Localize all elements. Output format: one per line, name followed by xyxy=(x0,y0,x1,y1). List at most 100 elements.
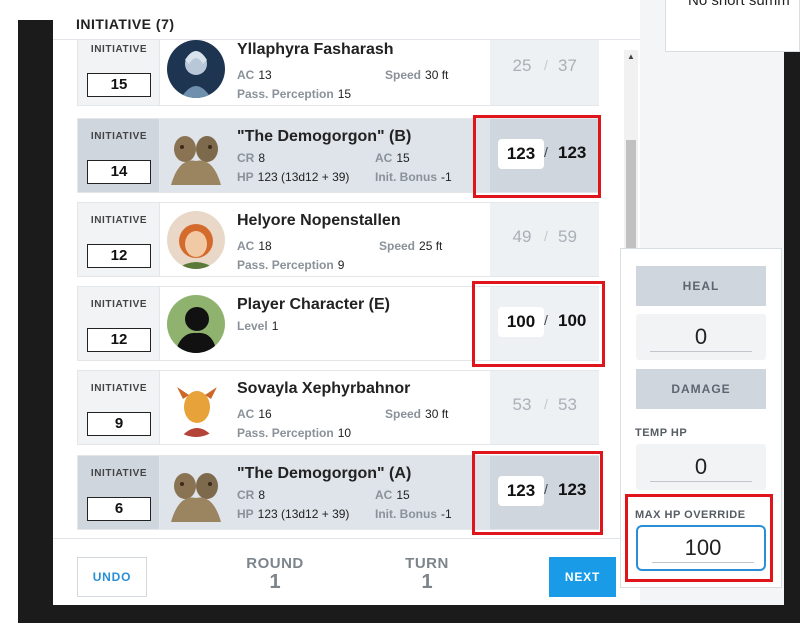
initiative-input[interactable]: 14 xyxy=(87,160,151,184)
cr-value: 8 xyxy=(258,488,266,502)
hp-value: 123 (13d12 + 39) xyxy=(257,170,350,184)
cr-stat: CR 8 xyxy=(237,488,265,502)
initiative-label: INITIATIVE xyxy=(90,131,148,142)
hp-current[interactable]: 49 xyxy=(504,227,540,247)
perception-value: 10 xyxy=(337,426,352,440)
level-label: Level xyxy=(237,319,268,333)
perception-stat: Pass. Perception 15 xyxy=(237,87,351,101)
ac-value: 13 xyxy=(258,68,272,82)
temp-hp-label: TEMP HP xyxy=(635,427,688,439)
avatar xyxy=(167,295,225,353)
speed-label: Speed xyxy=(379,239,416,253)
field-underline xyxy=(650,351,752,352)
hp-max: 53 xyxy=(558,395,577,414)
initiative-box: INITIATIVE 6 xyxy=(78,456,160,529)
hp-label: HP xyxy=(237,507,254,521)
avatar xyxy=(167,40,225,98)
initiative-input[interactable]: 15 xyxy=(87,73,151,97)
hp-current[interactable]: 53 xyxy=(504,395,540,415)
highlight-box xyxy=(473,115,601,198)
ac-stat: AC 15 xyxy=(375,151,410,165)
speed-value: 25 ft xyxy=(419,239,443,253)
init-bonus-label: Init. Bonus xyxy=(375,170,437,184)
combatant-row[interactable]: INITIATIVE 12 Helyore Nopenstallen AC 18 … xyxy=(77,202,599,277)
avatar xyxy=(167,464,225,522)
initiative-box: INITIATIVE 14 xyxy=(78,119,160,192)
cr-stat: CR 8 xyxy=(237,151,265,165)
perception-label: Pass. Perception xyxy=(237,87,334,101)
initiative-box: INITIATIVE 12 xyxy=(78,287,160,360)
combatant-row[interactable]: INITIATIVE 15 Yllaphyra Fasharash AC 13 S… xyxy=(77,40,599,106)
initiative-input[interactable]: 12 xyxy=(87,328,151,352)
avatar xyxy=(167,379,225,437)
init-bonus-value: -1 xyxy=(441,170,452,184)
hp-separator: / xyxy=(544,396,548,412)
heal-button[interactable]: HEAL xyxy=(636,266,766,306)
temp-hp-value[interactable]: 0 xyxy=(636,454,766,480)
combatant-name[interactable]: Sovayla Xephyrbahnor xyxy=(237,380,410,398)
perception-value: 15 xyxy=(337,87,352,101)
cr-value: 8 xyxy=(258,151,266,165)
hp-separator: / xyxy=(544,228,548,244)
level-value: 1 xyxy=(271,319,279,333)
hp-display[interactable]: 53 / 53 xyxy=(490,371,599,444)
initiative-box: INITIATIVE 12 xyxy=(78,203,160,276)
hp-separator: / xyxy=(544,57,548,73)
round-value: 1 xyxy=(269,571,281,593)
undo-button[interactable]: UNDO xyxy=(77,557,147,597)
avatar xyxy=(167,211,225,269)
turn-value: 1 xyxy=(421,571,433,593)
initiative-label: INITIATIVE xyxy=(90,215,148,226)
combatant-name[interactable]: Yllaphyra Fasharash xyxy=(237,41,394,59)
init-bonus-value: -1 xyxy=(441,507,452,521)
speed-stat: Speed 25 ft xyxy=(379,239,442,253)
hp-amount-field[interactable]: 0 xyxy=(636,314,766,360)
initiative-box: INITIATIVE 9 xyxy=(78,371,160,444)
hp-stat: HP 123 (13d12 + 39) xyxy=(237,507,349,521)
ac-value: 18 xyxy=(258,239,272,253)
combatant-name[interactable]: "The Demogorgon" (B) xyxy=(237,128,411,146)
hp-display[interactable]: 49 / 59 xyxy=(490,203,599,276)
ac-label: AC xyxy=(237,407,255,421)
speed-stat: Speed 30 ft xyxy=(385,68,448,82)
next-turn-button[interactable]: NEXT xyxy=(549,557,616,597)
highlight-box xyxy=(472,281,605,367)
ac-value: 15 xyxy=(396,488,410,502)
ac-stat: AC 15 xyxy=(375,488,410,502)
summary-text: No short summ xyxy=(688,0,790,9)
summary-card: No short summ xyxy=(665,0,800,52)
ac-value: 15 xyxy=(396,151,410,165)
combatant-name[interactable]: Helyore Nopenstallen xyxy=(237,212,401,230)
speed-value: 30 ft xyxy=(425,407,449,421)
ac-label: AC xyxy=(237,68,255,82)
initiative-input[interactable]: 9 xyxy=(87,412,151,436)
hp-amount-value[interactable]: 0 xyxy=(636,324,766,350)
speed-label: Speed xyxy=(385,407,422,421)
tracker-header: INITIATIVE (7) xyxy=(53,0,640,40)
turn-counter: TURN 1 xyxy=(387,555,467,592)
initiative-input[interactable]: 12 xyxy=(87,244,151,268)
hp-display[interactable]: 25 / 37 xyxy=(490,40,599,105)
initiative-label: INITIATIVE xyxy=(90,468,148,479)
cr-label: CR xyxy=(237,488,255,502)
combatant-name[interactable]: Player Character (E) xyxy=(237,296,390,314)
highlight-box xyxy=(472,451,603,535)
perception-label: Pass. Perception xyxy=(237,258,334,272)
hp-stat: HP 123 (13d12 + 39) xyxy=(237,170,349,184)
ac-value: 16 xyxy=(258,407,272,421)
damage-button[interactable]: DAMAGE xyxy=(636,369,766,409)
initiative-input[interactable]: 6 xyxy=(87,497,151,521)
combatant-row[interactable]: INITIATIVE 9 Sovayla Xephyrbahnor AC 16 S… xyxy=(77,370,599,445)
level-stat: Level 1 xyxy=(237,319,278,333)
speed-value: 30 ft xyxy=(425,68,449,82)
cr-label: CR xyxy=(237,151,255,165)
temp-hp-field[interactable]: 0 xyxy=(636,444,766,490)
combatant-name[interactable]: "The Demogorgon" (A) xyxy=(237,465,411,483)
speed-label: Speed xyxy=(385,68,422,82)
hp-label: HP xyxy=(237,170,254,184)
scroll-up-arrow-icon[interactable]: ▲ xyxy=(624,50,638,64)
initiative-box: INITIATIVE 15 xyxy=(78,40,160,105)
turn-label: TURN xyxy=(405,555,449,572)
hp-current[interactable]: 25 xyxy=(504,56,540,76)
field-underline xyxy=(650,481,752,482)
